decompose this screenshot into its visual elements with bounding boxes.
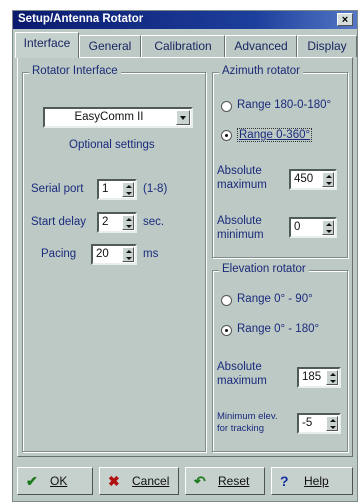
window-title: Setup/Antenna Rotator	[18, 13, 144, 25]
help-button-label: Help	[304, 474, 329, 488]
checkmark-icon: ✔	[26, 473, 38, 489]
spinner-arrows-icon[interactable]	[122, 247, 134, 262]
azimuth-abs-max-value: 450	[294, 173, 314, 185]
azimuth-abs-min-label-1: Absolute	[217, 215, 262, 227]
serial-port-value: 1	[102, 183, 109, 195]
optional-settings-label: Optional settings	[69, 139, 155, 151]
reset-button[interactable]: ↶ Reset	[185, 467, 265, 495]
elevation-range-180-label[interactable]: Range 0° - 180°	[237, 323, 319, 335]
elevation-rotator-title: Elevation rotator	[219, 263, 309, 275]
tab-display[interactable]: Display	[297, 35, 357, 57]
ok-button[interactable]: ✔ OK	[17, 467, 93, 495]
elevation-range-90-label[interactable]: Range 0° - 90°	[237, 293, 313, 305]
start-delay-value: 2	[102, 216, 109, 228]
question-mark-icon: ?	[280, 473, 289, 489]
min-elev-label-1: Minimum elev.	[217, 411, 278, 422]
pacing-value: 20	[96, 248, 109, 260]
spinner-arrows-icon[interactable]	[122, 182, 134, 197]
interface-tab-pane: Rotator Interface EasyComm II Optional s…	[17, 57, 353, 457]
rotator-select[interactable]: EasyComm II	[43, 107, 193, 128]
azimuth-abs-max-label-2: maximum	[217, 179, 267, 191]
azimuth-abs-min-value: 0	[294, 221, 301, 233]
azimuth-abs-max-label-1: Absolute	[217, 165, 262, 177]
elevation-range-90-radio[interactable]	[221, 295, 232, 306]
azimuth-abs-min-spinner[interactable]: 0	[289, 217, 337, 238]
help-button[interactable]: ? Help	[271, 467, 353, 495]
serial-port-range: (1-8)	[143, 183, 168, 195]
cancel-button[interactable]: ✖ Cancel	[99, 467, 179, 495]
azimuth-range-360-radio[interactable]	[221, 130, 232, 141]
elevation-abs-max-label-2: maximum	[217, 375, 267, 387]
cancel-button-label: Cancel	[132, 474, 170, 488]
pacing-unit: ms	[143, 248, 159, 260]
rotator-interface-group: Rotator Interface EasyComm II Optional s…	[22, 65, 206, 452]
spinner-arrows-icon[interactable]	[122, 215, 134, 230]
pacing-label: Pacing	[41, 248, 77, 260]
pacing-spinner[interactable]: 20	[91, 244, 137, 265]
setup-window: Setup/Antenna Rotator × Interface Genera…	[12, 10, 358, 502]
serial-port-spinner[interactable]: 1	[97, 179, 137, 200]
spinner-arrows-icon[interactable]	[322, 172, 334, 187]
azimuth-range-360-label[interactable]: Range 0-360°	[237, 128, 313, 142]
undo-arrow-icon: ↶	[194, 473, 206, 489]
rotator-interface-title: Rotator Interface	[29, 65, 121, 77]
spinner-arrows-icon[interactable]	[326, 370, 338, 385]
reset-button-label: Reset	[218, 474, 250, 488]
tab-general[interactable]: General	[79, 35, 141, 57]
spinner-arrows-icon[interactable]	[322, 220, 334, 235]
azimuth-abs-max-spinner[interactable]: 450	[289, 169, 337, 190]
start-delay-label: Start delay	[31, 216, 86, 228]
min-elev-value: -5	[302, 417, 313, 429]
elevation-abs-max-label-1: Absolute	[217, 361, 262, 373]
dropdown-arrow-icon[interactable]	[176, 110, 190, 125]
start-delay-spinner[interactable]: 2	[97, 212, 137, 233]
azimuth-range-180-label[interactable]: Range 180-0-180°	[237, 99, 331, 111]
ok-button-label: OK	[50, 474, 68, 488]
elevation-range-180-radio[interactable]	[221, 325, 232, 336]
title-bar[interactable]: Setup/Antenna Rotator ×	[13, 11, 357, 29]
spinner-arrows-icon[interactable]	[326, 416, 338, 431]
min-elev-label-2: for tracking	[217, 423, 264, 434]
elevation-abs-max-spinner[interactable]: 185	[297, 367, 341, 388]
close-button[interactable]: ×	[337, 13, 353, 26]
cross-icon: ✖	[108, 473, 120, 489]
azimuth-rotator-group: Azimuth rotator Range 180-0-180° Range 0…	[212, 65, 348, 258]
min-elev-spinner[interactable]: -5	[297, 413, 341, 434]
start-delay-unit: sec.	[143, 216, 165, 228]
rotator-select-value: EasyComm II	[74, 111, 144, 123]
elevation-abs-max-value: 185	[302, 371, 322, 383]
azimuth-range-180-radio[interactable]	[221, 101, 232, 112]
tab-advanced[interactable]: Advanced	[225, 35, 297, 57]
tab-interface[interactable]: Interface	[15, 32, 79, 58]
azimuth-rotator-title: Azimuth rotator	[219, 65, 303, 77]
tab-calibration[interactable]: Calibration	[141, 35, 225, 57]
azimuth-abs-min-label-2: minimum	[217, 229, 264, 241]
serial-port-label: Serial port	[31, 183, 84, 195]
elevation-rotator-group: Elevation rotator Range 0° - 90° Range 0…	[212, 263, 348, 452]
